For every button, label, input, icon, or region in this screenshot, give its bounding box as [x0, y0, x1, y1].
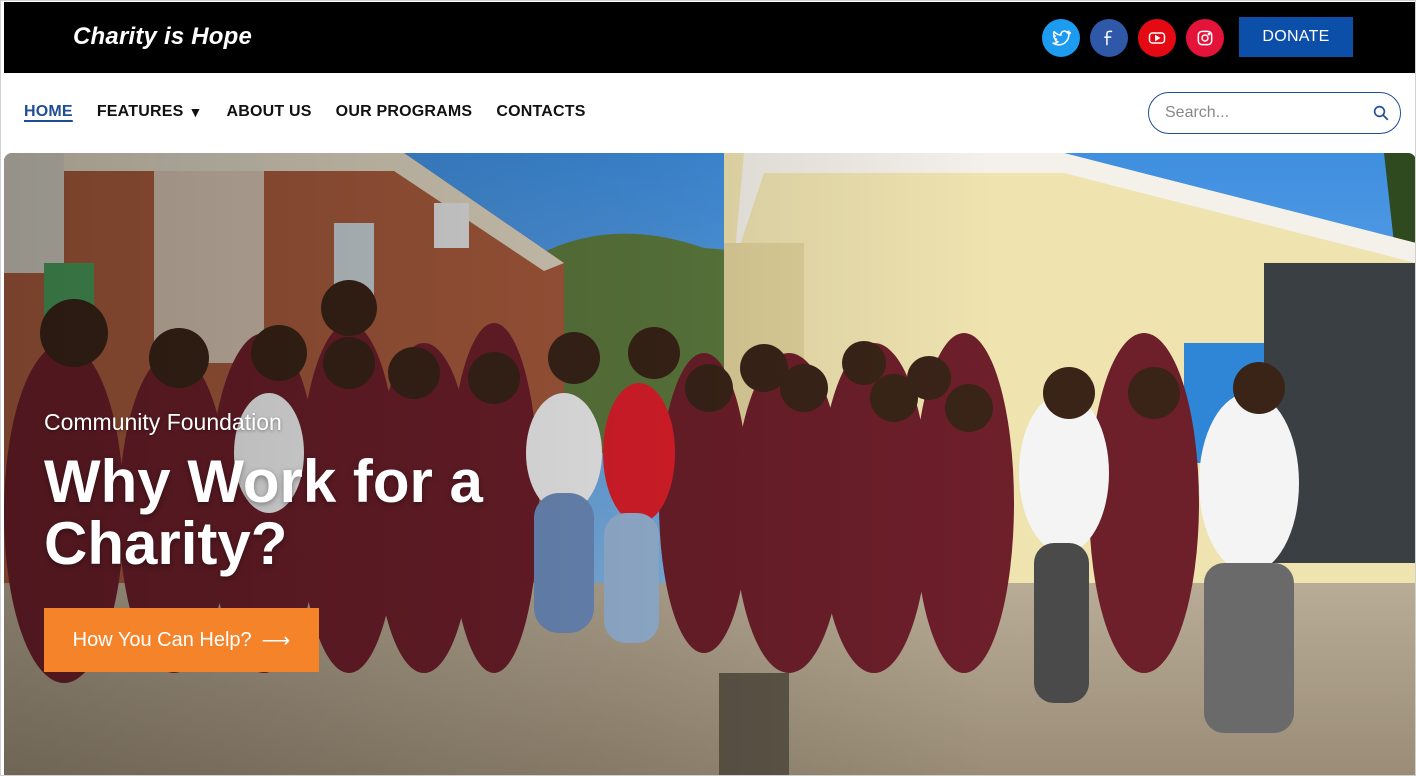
cta-label: How You Can Help? [72, 628, 252, 651]
hero-title: Why Work for a Charity? [44, 448, 483, 577]
hero-banner: Community Foundation Why Work for a Char… [4, 153, 1416, 776]
nav-item-contacts-label: CONTACTS [496, 103, 586, 120]
main-nav-bar: HOME FEATURES ▼ ABOUT US OUR PROGRAMS CO… [4, 73, 1416, 153]
nav-item-our-programs-label: OUR PROGRAMS [335, 103, 473, 120]
nav-item-about-us-label: ABOUT US [226, 103, 312, 120]
nav-item-features[interactable]: FEATURES ▼ [97, 103, 203, 121]
nav-item-contacts[interactable]: CONTACTS [496, 103, 585, 121]
nav-item-features-label: FEATURES [96, 103, 184, 120]
site-brand[interactable]: Charity is Hope [73, 23, 252, 51]
search-icon[interactable] [1372, 104, 1390, 122]
arrow-right-icon: ⟶ [261, 629, 291, 652]
top-bar: Charity is Hope DONATE [4, 2, 1416, 73]
search-box [1148, 92, 1401, 134]
how-you-can-help-button[interactable]: How You Can Help? ⟶ [44, 608, 319, 672]
main-nav: HOME FEATURES ▼ ABOUT US OUR PROGRAMS CO… [24, 103, 586, 121]
hero-eyebrow: Community Foundation [44, 409, 282, 435]
facebook-icon[interactable] [1090, 19, 1128, 57]
instagram-icon[interactable] [1186, 19, 1224, 57]
caret-down-icon: ▼ [188, 104, 203, 120]
nav-item-home[interactable]: HOME [24, 103, 73, 121]
youtube-icon[interactable] [1138, 19, 1176, 57]
nav-item-about-us[interactable]: ABOUT US [227, 103, 312, 121]
nav-item-home-label: HOME [24, 103, 73, 120]
twitter-icon[interactable] [1042, 19, 1080, 57]
search-input[interactable] [1165, 104, 1372, 122]
nav-item-our-programs[interactable]: OUR PROGRAMS [336, 103, 473, 121]
donate-button[interactable]: DONATE [1239, 17, 1353, 57]
